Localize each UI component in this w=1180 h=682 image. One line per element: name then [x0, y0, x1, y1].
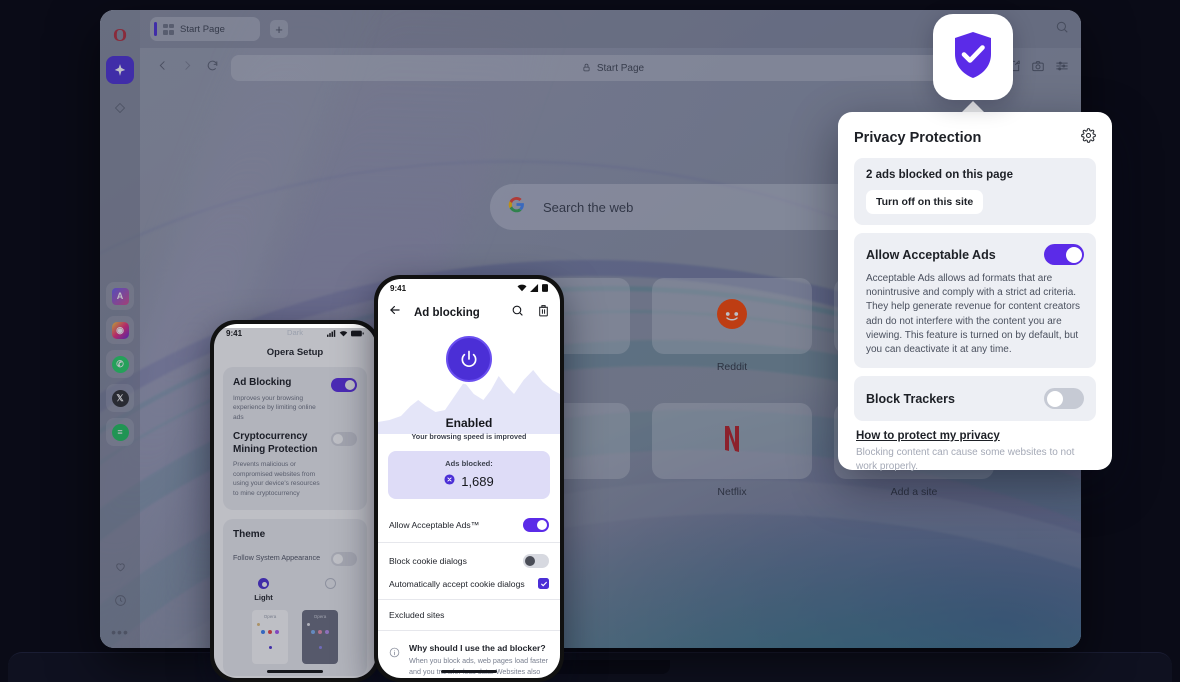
popup-title: Privacy Protection — [854, 130, 982, 146]
popup-note: Blocking content can cause some websites… — [856, 447, 1075, 473]
shield-check-icon — [951, 30, 995, 85]
row-excluded-sites[interactable]: Excluded sites — [378, 602, 560, 628]
info-heading: Why should I use the ad blocker? — [409, 643, 546, 653]
privacy-protection-popup: Privacy Protection 2 ads blocked on this… — [838, 112, 1112, 472]
android-title: Ad blocking — [414, 306, 480, 319]
home-indicator — [441, 670, 497, 673]
privacy-shield-button[interactable] — [933, 14, 1013, 100]
acceptable-ads-description: Acceptable Ads allows ad formats that ar… — [866, 273, 1081, 355]
power-icon — [461, 350, 477, 367]
acceptable-ads-toggle[interactable] — [523, 518, 549, 532]
ios-card-theme: Theme Follow System Appearance Light Dar… — [214, 328, 376, 678]
ads-blocked-value-row: 1,689 — [388, 472, 550, 490]
ios-body: Ad Blocking Improves your browsing exper… — [214, 328, 376, 678]
android-status-block: Enabled Your browsing speed is improved — [378, 416, 560, 441]
divider — [378, 542, 560, 543]
row-auto-accept-cookies[interactable]: Automatically accept cookie dialogs — [378, 576, 560, 597]
screenshot-stage: Search the web Reddit Netflix Add a site… — [0, 0, 1180, 682]
theme-options: Light Dark — [214, 328, 376, 678]
block-trackers-toggle[interactable] — [1044, 388, 1084, 410]
android-settings-list: Allow Acceptable Ads™ Block cookie dialo… — [378, 509, 560, 631]
ads-blocked-card: 2 ads blocked on this page Turn off on t… — [854, 158, 1096, 225]
android-app-bar: Ad blocking — [378, 297, 560, 330]
power-toggle-button[interactable] — [446, 336, 492, 382]
ads-blocked-count: 1,689 — [461, 473, 494, 489]
acceptable-ads-title: Allow Acceptable Ads — [866, 247, 996, 262]
ads-blocked-card: Ads blocked: 1,689 — [388, 451, 550, 499]
row-label: Allow Acceptable Ads™ — [389, 519, 480, 530]
trash-icon[interactable] — [537, 304, 550, 322]
row-label: Block cookie dialogs — [389, 555, 467, 566]
theme-option-dark[interactable]: Dark — [214, 328, 376, 678]
status-time: 9:41 — [390, 283, 407, 293]
divider — [378, 630, 560, 631]
search-icon[interactable] — [511, 304, 524, 322]
row-label: Automatically accept cookie dialogs — [389, 578, 525, 589]
gear-icon[interactable] — [1081, 128, 1096, 148]
acceptable-ads-row[interactable]: Allow Acceptable Ads — [866, 244, 1084, 265]
ads-blocked-title: 2 ads blocked on this page — [866, 169, 1013, 181]
block-badge-icon — [444, 472, 455, 490]
theme-label-dark: Dark — [214, 328, 376, 678]
ads-blocked-label: Ads blocked: — [445, 459, 493, 468]
info-body: When you block ads, web pages load faste… — [409, 656, 549, 678]
block-trackers-title: Block Trackers — [866, 391, 955, 406]
auto-accept-checkbox[interactable] — [538, 578, 549, 589]
divider — [378, 599, 560, 600]
how-to-protect-privacy-link[interactable]: How to protect my privacy — [856, 430, 1096, 442]
row-block-cookie-dialogs[interactable]: Block cookie dialogs — [378, 545, 560, 576]
row-label: Excluded sites — [389, 610, 445, 620]
home-indicator — [267, 670, 323, 673]
phone-mockup-ios: 9:41 Opera Setup Ad Blocking Improves yo… — [210, 320, 380, 682]
block-cookie-dialogs-toggle[interactable] — [523, 554, 549, 568]
phone-screen-android: 9:41 Ad blocking Enabled Your browsing s… — [378, 279, 560, 678]
cellular-icon — [530, 284, 539, 292]
enabled-sublabel: Your browsing speed is improved — [411, 432, 527, 441]
arrow-left-icon[interactable] — [388, 303, 402, 322]
acceptable-ads-toggle[interactable] — [1044, 244, 1084, 265]
status-bar: 9:41 — [378, 279, 560, 297]
block-trackers-card: Block Trackers — [854, 376, 1096, 422]
wifi-icon — [517, 284, 527, 292]
battery-icon — [542, 284, 548, 292]
phone-screen-ios: 9:41 Opera Setup Ad Blocking Improves yo… — [214, 324, 376, 678]
popup-header: Privacy Protection — [854, 128, 1096, 148]
acceptable-ads-card: Allow Acceptable Ads Acceptable Ads allo… — [854, 233, 1096, 369]
block-trackers-row[interactable]: Block Trackers — [866, 388, 1084, 410]
info-icon — [389, 645, 400, 678]
row-allow-acceptable-ads[interactable]: Allow Acceptable Ads™ — [378, 509, 560, 540]
enabled-label: Enabled — [445, 416, 493, 430]
phone-mockup-android: 9:41 Ad blocking Enabled Your browsing s… — [374, 275, 564, 682]
turn-off-on-this-site-button[interactable]: Turn off on this site — [866, 190, 984, 214]
status-icons — [517, 284, 548, 292]
